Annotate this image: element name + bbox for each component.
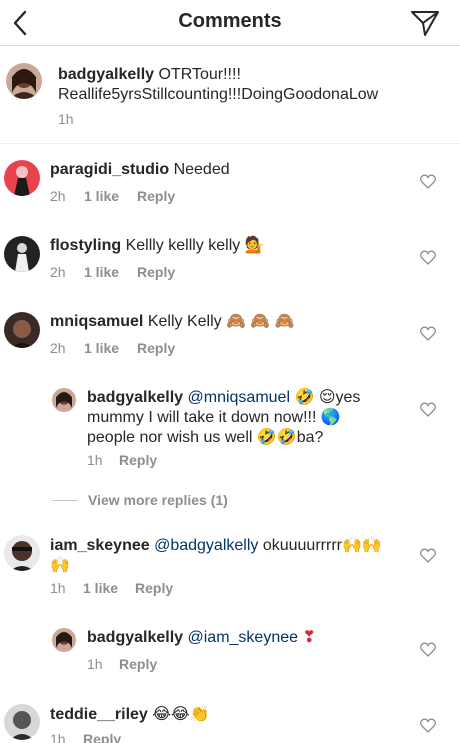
comment-body: okuuuurrrrr🙌🙌 [258, 537, 382, 554]
comment-meta: 2h 1 like Reply [50, 264, 175, 280]
avatar[interactable] [4, 160, 40, 196]
comment-meta: 2h 1 like Reply [50, 340, 175, 356]
view-more-line [52, 499, 78, 501]
comment-body: Needed [173, 161, 230, 178]
heart-outline-icon[interactable] [420, 250, 436, 265]
timestamp: 2h [50, 264, 66, 280]
reply-meta: 1h Reply [87, 452, 157, 468]
avatar[interactable] [52, 628, 76, 652]
comment-body: Kelly Kelly 🙈 🙈 🙈 [147, 313, 295, 330]
timestamp: 2h [50, 188, 66, 204]
username-link[interactable]: paragidi_studio [50, 161, 169, 178]
username-link[interactable]: teddie__riley [50, 706, 148, 723]
comment-text: paragidi_studio Needed [50, 160, 430, 180]
heart-outline-icon[interactable] [420, 174, 436, 189]
comment-text: mniqsamuel Kelly Kelly 🙈 🙈 🙈 [50, 312, 430, 332]
view-more-label: View more replies (1) [88, 492, 228, 508]
caption-meta: 1h [58, 111, 74, 127]
reply-body: ❣ [298, 629, 316, 646]
reply-button[interactable]: Reply [119, 452, 157, 468]
heart-outline-icon[interactable] [420, 548, 436, 563]
comment-text: iam_skeynee @badgyalkelly okuuuurrrrr🙌🙌 … [50, 536, 405, 576]
comment-meta: 1h Reply [50, 731, 121, 743]
mention-link[interactable]: @iam_skeynee [188, 629, 299, 646]
reply-body-line1: 🤣 😌yes [290, 389, 361, 406]
view-more-replies-button[interactable]: View more replies (1) [52, 492, 228, 508]
reply-body-line2: mummy I will take it down now!!! 🌎 [87, 409, 341, 426]
comment-meta: 2h 1 like Reply [50, 188, 175, 204]
share-button[interactable] [410, 9, 440, 37]
caption-text: badgyalkelly OTRTour!!!! Reallife5yrsSti… [58, 65, 448, 105]
username-link[interactable]: iam_skeynee [50, 537, 150, 554]
comment-body: Kellly kellly kelly 💁 [125, 237, 265, 254]
heart-outline-icon[interactable] [420, 402, 436, 417]
timestamp: 1h [50, 580, 66, 596]
username-link[interactable]: badgyalkelly [87, 629, 183, 646]
heart-outline-icon[interactable] [420, 642, 436, 657]
username-link[interactable]: mniqsamuel [50, 313, 143, 330]
page-title: Comments [178, 10, 282, 32]
reply-button[interactable]: Reply [137, 188, 175, 204]
timestamp: 1h [87, 656, 103, 672]
username-link[interactable]: badgyalkelly [58, 66, 154, 83]
username-link[interactable]: flostyling [50, 237, 121, 254]
comment-body: 😂😂👏 [152, 706, 210, 723]
timestamp: 1h [87, 452, 103, 468]
reply-button[interactable]: Reply [119, 656, 157, 672]
reply-body-line3: people nor wish us well 🤣🤣ba? [87, 429, 324, 446]
likes-count[interactable]: 1 like [83, 580, 135, 596]
comment-body-line2: 🙌 [50, 557, 70, 574]
avatar[interactable] [4, 535, 40, 571]
reply-button[interactable]: Reply [137, 264, 175, 280]
reply-button[interactable]: Reply [83, 731, 121, 743]
avatar[interactable] [4, 704, 40, 740]
header-bar: Comments [0, 0, 460, 46]
timestamp: 1h [58, 111, 74, 127]
likes-count[interactable]: 1 like [84, 188, 137, 204]
likes-count[interactable]: 1 like [84, 264, 137, 280]
avatar[interactable] [52, 388, 76, 412]
likes-count[interactable]: 1 like [84, 340, 137, 356]
reply-button[interactable]: Reply [135, 580, 173, 596]
mention-link[interactable]: @mniqsamuel [188, 389, 291, 406]
avatar[interactable] [4, 236, 40, 272]
reply-text: badgyalkelly @mniqsamuel 🤣 😌yes mummy I … [87, 388, 387, 448]
avatar[interactable] [4, 312, 40, 348]
comment-meta: 1h 1 like Reply [50, 580, 173, 596]
paper-plane-icon [411, 11, 439, 36]
comment-text: flostyling Kellly kellly kelly 💁 [50, 236, 430, 256]
timestamp: 2h [50, 340, 66, 356]
heart-outline-icon[interactable] [420, 718, 436, 733]
username-link[interactable]: badgyalkelly [87, 389, 183, 406]
reply-meta: 1h Reply [87, 656, 157, 672]
heart-outline-icon[interactable] [420, 326, 436, 341]
reply-text: badgyalkelly @iam_skeynee ❣ [87, 628, 397, 648]
mention-link[interactable]: @badgyalkelly [154, 537, 258, 554]
divider [0, 143, 460, 144]
avatar[interactable] [6, 63, 42, 99]
timestamp: 1h [50, 731, 66, 743]
reply-button[interactable]: Reply [137, 340, 175, 356]
comment-text: teddie__riley 😂😂👏 [50, 705, 430, 725]
